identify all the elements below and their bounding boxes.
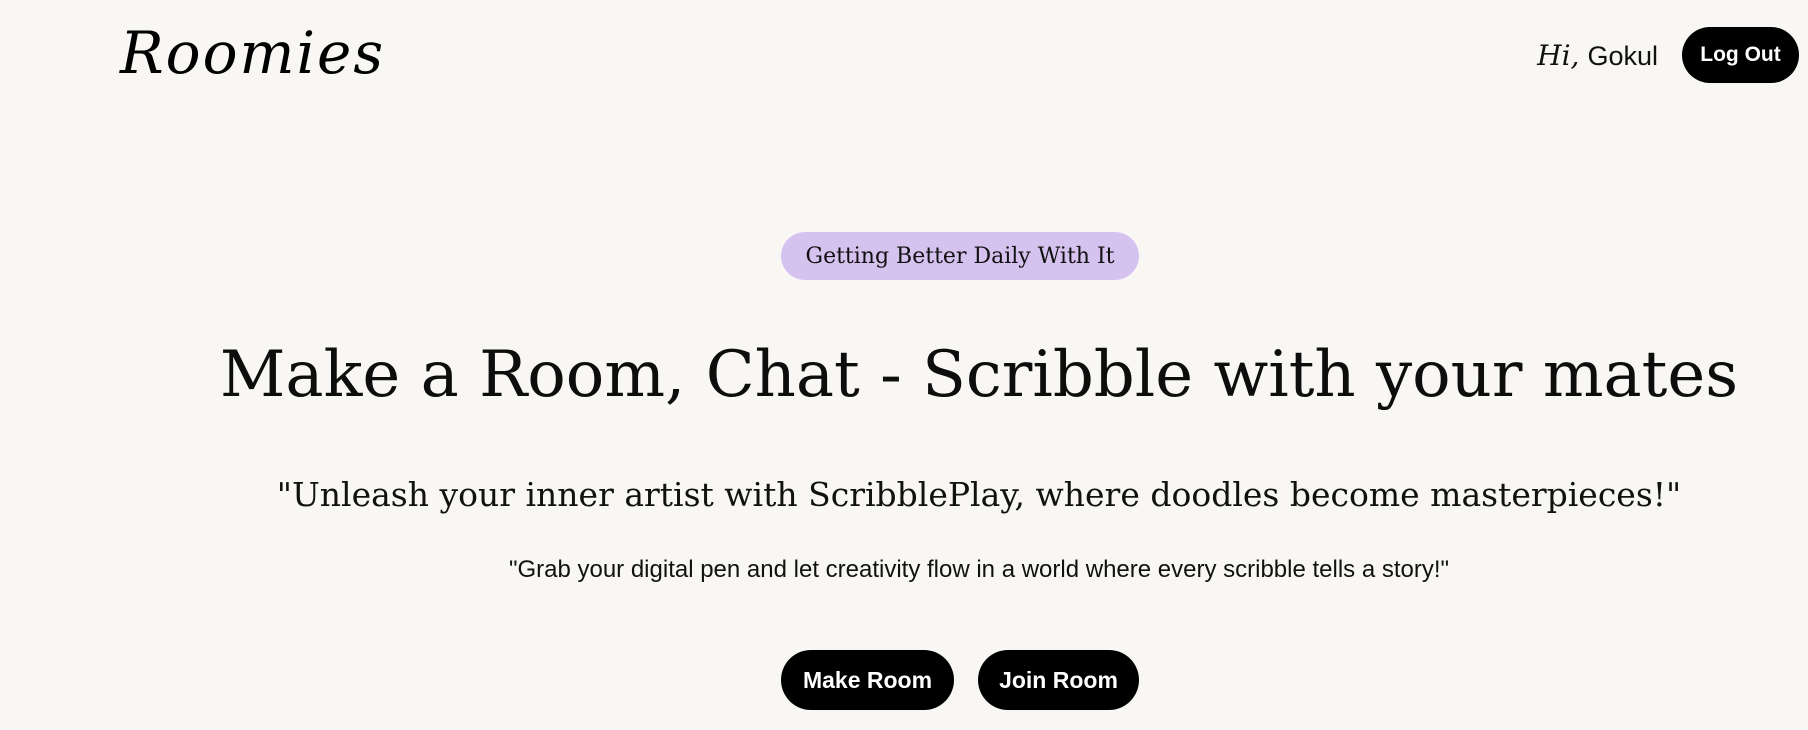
- user-greeting: Hi, Gokul: [1537, 39, 1658, 72]
- cta-buttons: Make Room Join Room: [781, 650, 1139, 710]
- app-logo[interactable]: Roomies: [120, 18, 385, 88]
- user-area: Hi, Gokul Log Out: [1537, 27, 1799, 83]
- hero-subheadline: "Unleash your inner artist with Scribble…: [276, 475, 1682, 514]
- hero-headline: Make a Room, Chat - Scribble with your m…: [219, 338, 1739, 412]
- greeting-prefix: Hi,: [1537, 38, 1580, 72]
- make-room-button[interactable]: Make Room: [781, 650, 954, 710]
- logout-button[interactable]: Log Out: [1682, 27, 1799, 83]
- hero-tagline: "Grab your digital pen and let creativit…: [508, 556, 1450, 583]
- tagline-badge: Getting Better Daily With It: [781, 232, 1139, 280]
- user-name: Gokul: [1587, 40, 1658, 71]
- join-room-button[interactable]: Join Room: [978, 650, 1139, 710]
